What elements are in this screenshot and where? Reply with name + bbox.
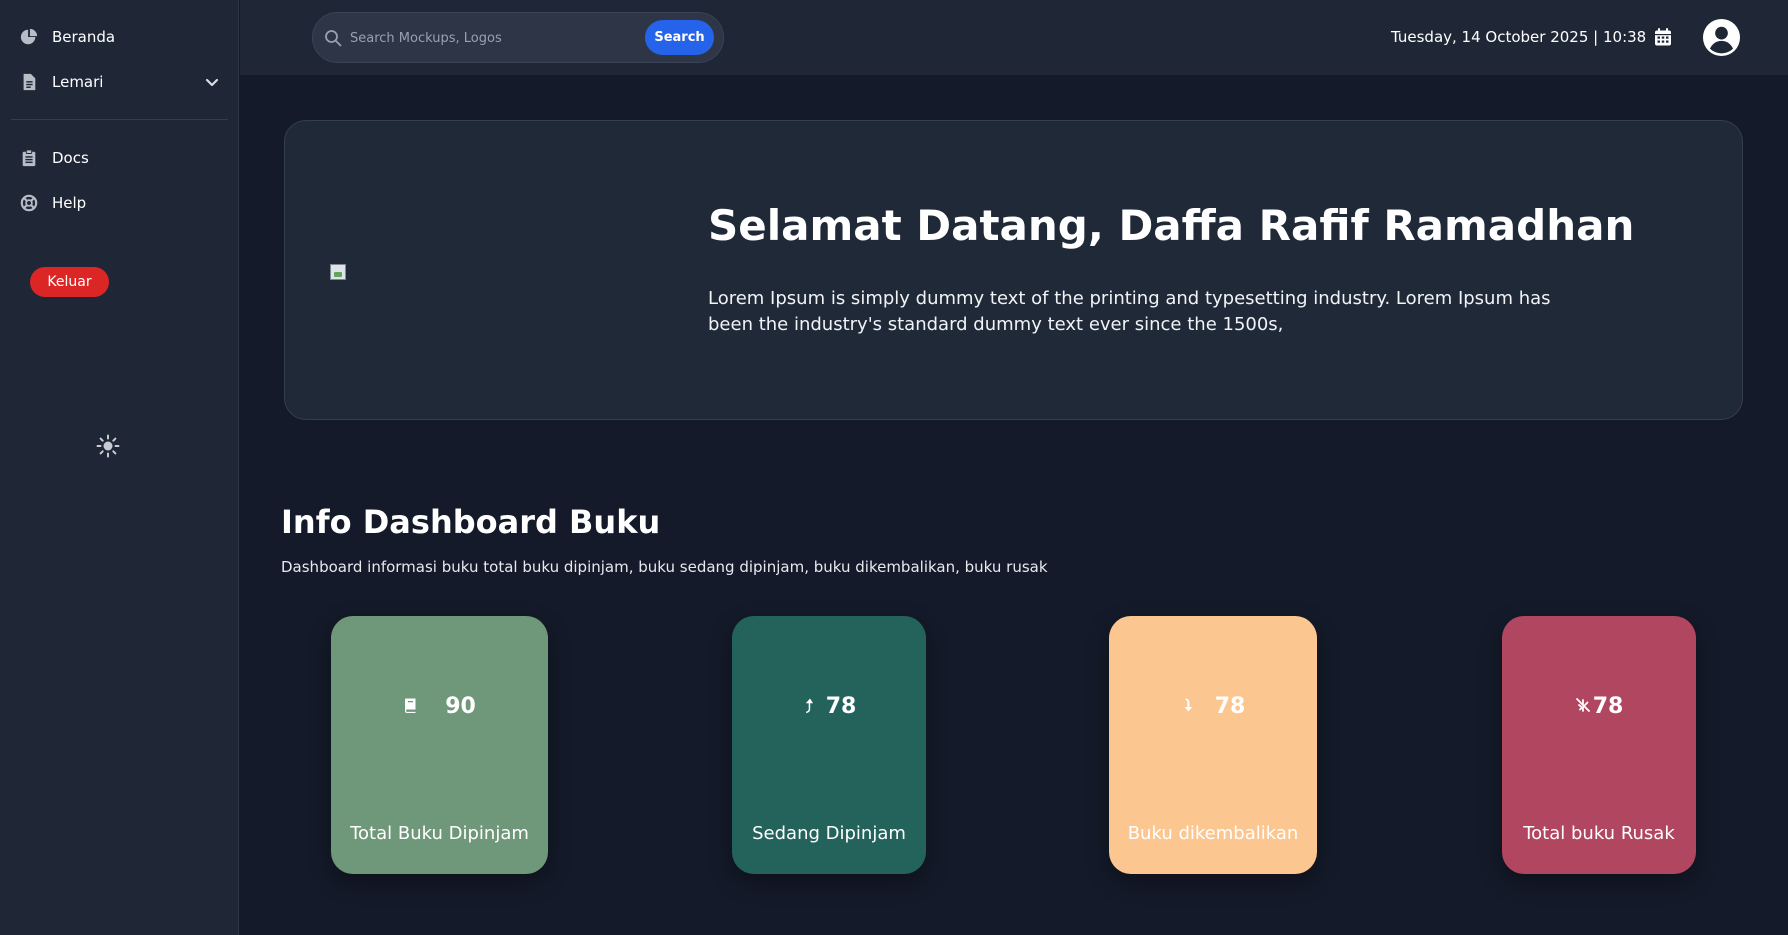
datetime-display: Tuesday, 14 October 2025 | 10:38 (1391, 28, 1647, 46)
stat-label: Buku dikembalikan (1127, 823, 1299, 844)
calendar-icon[interactable] (1653, 27, 1673, 47)
stat-value: 78 (1214, 693, 1246, 719)
sidebar-divider (11, 119, 228, 120)
clipboard-icon (20, 149, 38, 167)
logout-button[interactable]: Keluar (30, 267, 109, 297)
chevron-down-icon[interactable] (204, 74, 220, 90)
stat-value-row: 78 (1502, 691, 1696, 721)
sidebar-item-label: Beranda (52, 28, 116, 46)
welcome-card: Selamat Datang, Daffa Rafif Ramadhan Lor… (284, 120, 1743, 420)
stat-value-row: 78 (732, 691, 926, 721)
section-title: Info Dashboard Buku (281, 503, 661, 541)
file-icon (20, 73, 38, 91)
stat-value: 78 (825, 693, 857, 719)
stat-label: Total buku Rusak (1523, 823, 1675, 844)
broken-icon (1575, 694, 1591, 719)
stat-card-dikembalikan[interactable]: 78 Buku dikembalikan (1109, 616, 1317, 874)
welcome-title: Selamat Datang, Daffa Rafif Ramadhan (708, 201, 1635, 250)
sidebar-item-label: Docs (52, 149, 89, 167)
section-subtitle: Dashboard informasi buku total buku dipi… (281, 558, 1048, 576)
top-bar: Search Tuesday, 14 October 2025 | 10:38 (240, 0, 1788, 75)
stat-value-row: 78 (1109, 691, 1317, 721)
sidebar-item-help[interactable]: Help (20, 190, 220, 216)
search-icon (324, 29, 342, 47)
search-input[interactable] (350, 25, 630, 51)
sidebar: Beranda Lemari Docs Help Keluar (0, 0, 239, 935)
app-root: Beranda Lemari Docs Help Keluar Search M… (0, 0, 1788, 935)
stat-value-row: 90 (331, 691, 548, 721)
stat-value: 78 (1592, 693, 1624, 719)
user-circle-icon[interactable] (1702, 18, 1741, 57)
sidebar-item-label: Help (52, 194, 87, 212)
stat-card-total-dipinjam[interactable]: 90 Total Buku Dipinjam (331, 616, 548, 874)
stat-value: 90 (445, 693, 476, 719)
stat-card-rusak[interactable]: 78 Total buku Rusak (1502, 616, 1696, 874)
sidebar-item-docs[interactable]: Docs (20, 145, 220, 171)
broken-image-icon (330, 264, 346, 280)
sidebar-item-lemari[interactable]: Lemari (20, 69, 220, 95)
sidebar-item-beranda[interactable]: Beranda (20, 24, 220, 50)
stat-label: Sedang Dipinjam (752, 823, 906, 844)
search-bar: Search (312, 12, 724, 63)
search-button[interactable]: Search (645, 20, 714, 55)
welcome-description: Lorem Ipsum is simply dummy text of the … (708, 288, 1551, 335)
arrow-down-icon (1181, 694, 1197, 719)
arrow-up-icon (802, 694, 818, 719)
stat-card-sedang-dipinjam[interactable]: 78 Sedang Dipinjam (732, 616, 926, 874)
lifebuoy-icon (20, 194, 38, 212)
stat-label: Total Buku Dipinjam (350, 823, 529, 844)
sun-icon[interactable] (96, 434, 120, 458)
sidebar-item-label: Lemari (52, 73, 104, 91)
book-icon (403, 694, 419, 719)
pie-chart-icon (20, 28, 38, 46)
